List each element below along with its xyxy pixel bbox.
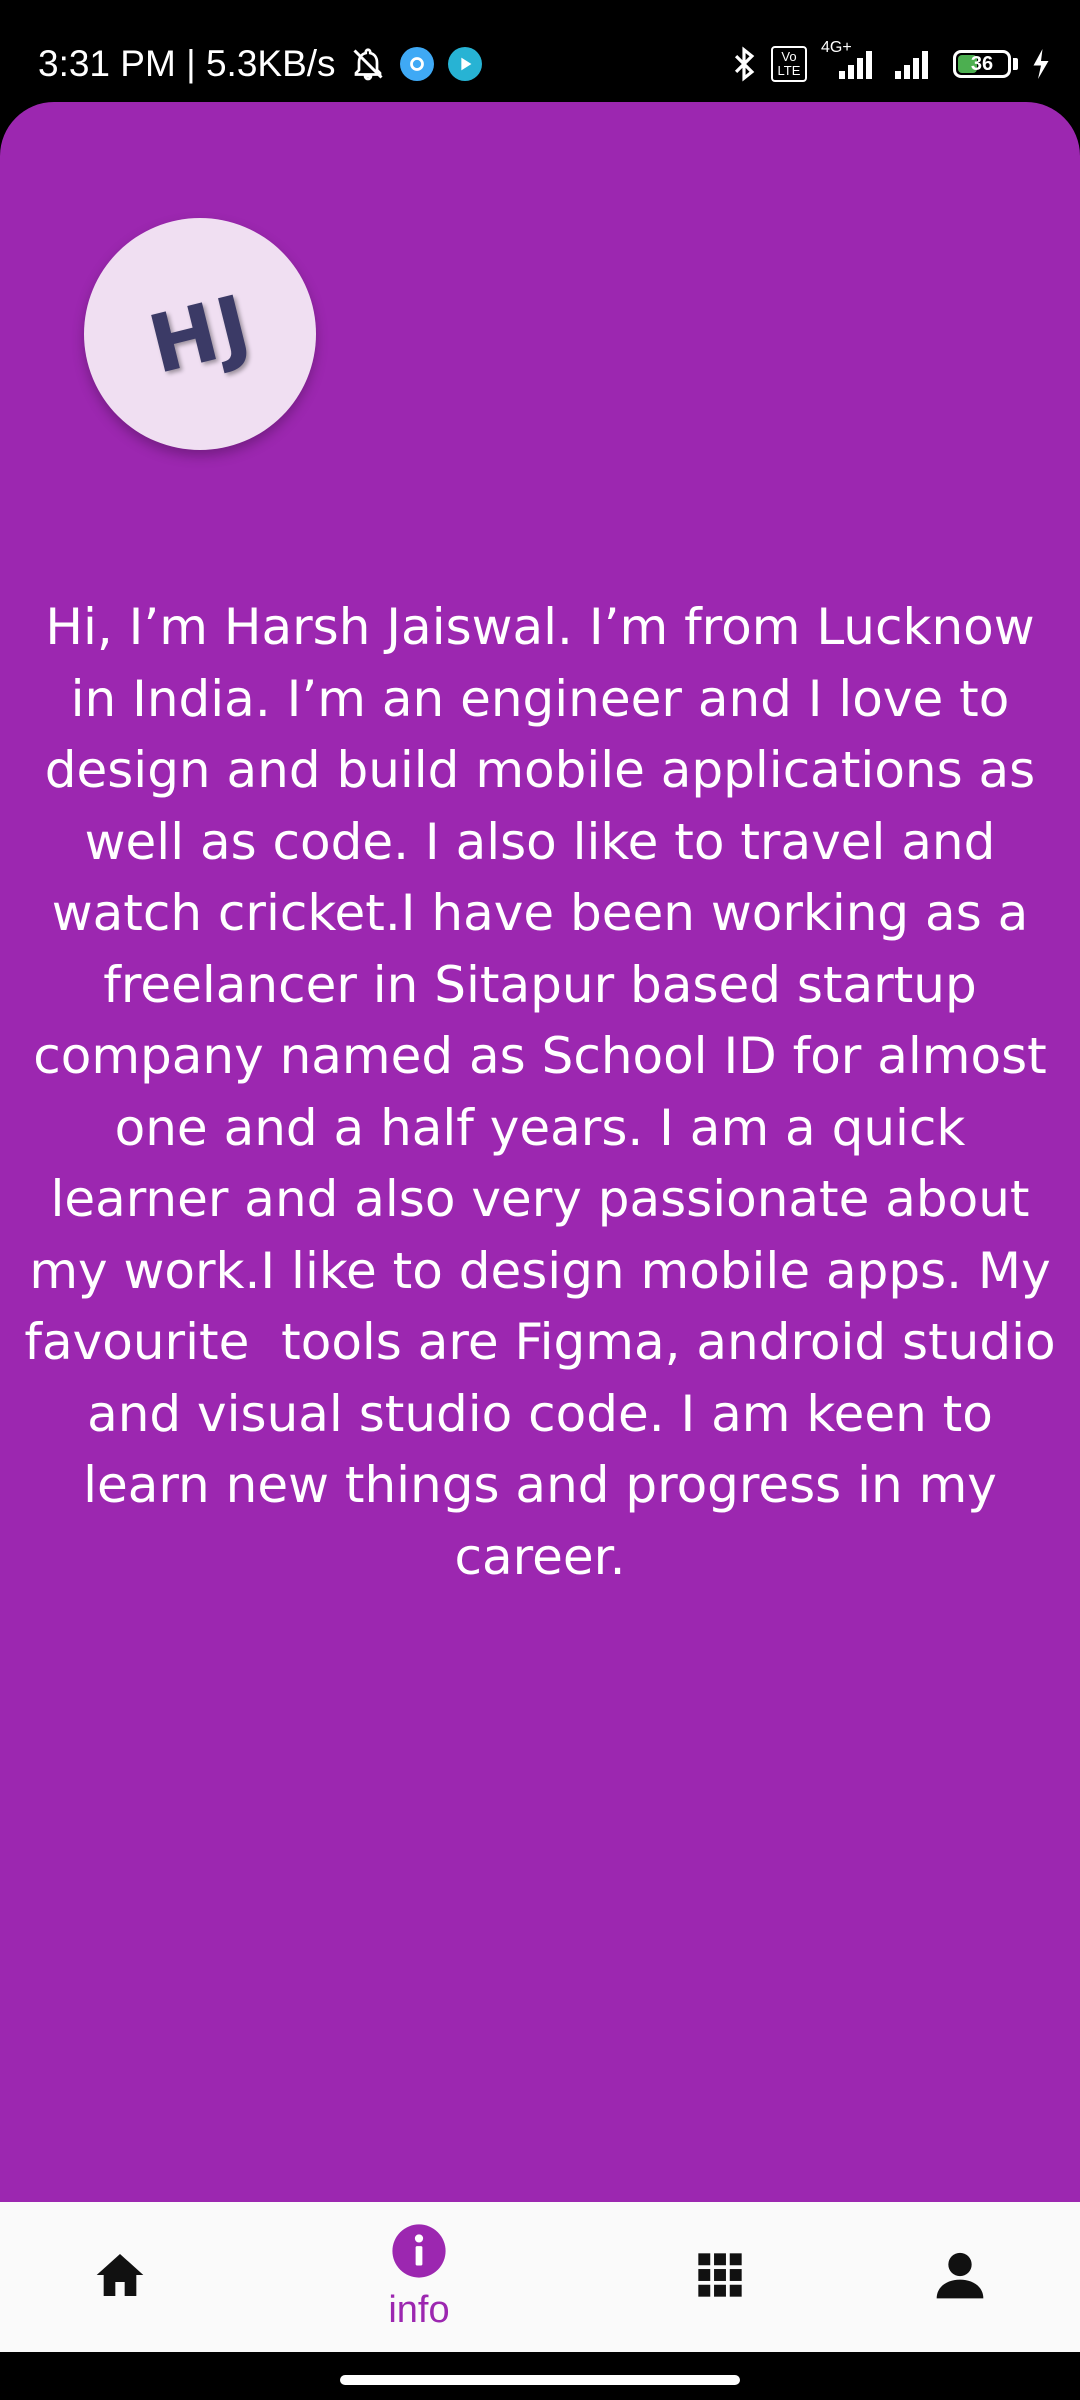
charging-icon xyxy=(1032,49,1050,79)
status-bar: 3:31 PM | 5.3KB/s Vo LTE 4G+ 36 xyxy=(0,0,1080,100)
bluetooth-icon xyxy=(731,45,757,83)
battery-body: 36 xyxy=(953,50,1011,78)
volte-label: Vo LTE xyxy=(777,49,801,78)
avatar: HJ xyxy=(84,218,316,450)
nav-info-label: info xyxy=(388,2289,450,2331)
signal-icon xyxy=(891,47,939,81)
status-right: Vo LTE 4G+ 36 xyxy=(731,38,1050,90)
apps-grid-icon xyxy=(694,2249,746,2306)
nav-apps[interactable] xyxy=(660,2202,780,2352)
battery-level: 36 xyxy=(970,52,994,75)
notifications-muted-icon xyxy=(350,46,386,82)
nav-profile[interactable] xyxy=(900,2202,1020,2352)
status-time-speed: 3:31 PM | 5.3KB/s xyxy=(38,43,336,84)
status-left: 3:31 PM | 5.3KB/s xyxy=(38,38,482,90)
battery-icon: 36 xyxy=(953,50,1018,78)
about-panel: HJ Hi, I’m Harsh Jaiswal. I’m from Luckn… xyxy=(0,102,1080,2202)
avatar-initials: HJ xyxy=(139,276,261,392)
bottom-navigation: info xyxy=(0,2202,1080,2352)
nav-info[interactable]: info xyxy=(359,2202,479,2352)
nav-home[interactable] xyxy=(60,2202,180,2352)
info-icon xyxy=(390,2222,448,2285)
network-label: 4G+ xyxy=(821,39,852,56)
bio-text: Hi, I’m Harsh Jaiswal. I’m from Lucknow … xyxy=(24,598,1072,1586)
settings-app-icon xyxy=(399,47,434,81)
home-icon xyxy=(90,2247,150,2308)
gesture-area xyxy=(0,2352,1080,2400)
signal-4g-icon: 4G+ xyxy=(821,39,877,81)
home-gesture-bar[interactable] xyxy=(340,2375,740,2385)
person-icon xyxy=(932,2247,988,2308)
play-app-icon xyxy=(447,47,482,81)
volte-icon: Vo LTE xyxy=(771,46,807,82)
